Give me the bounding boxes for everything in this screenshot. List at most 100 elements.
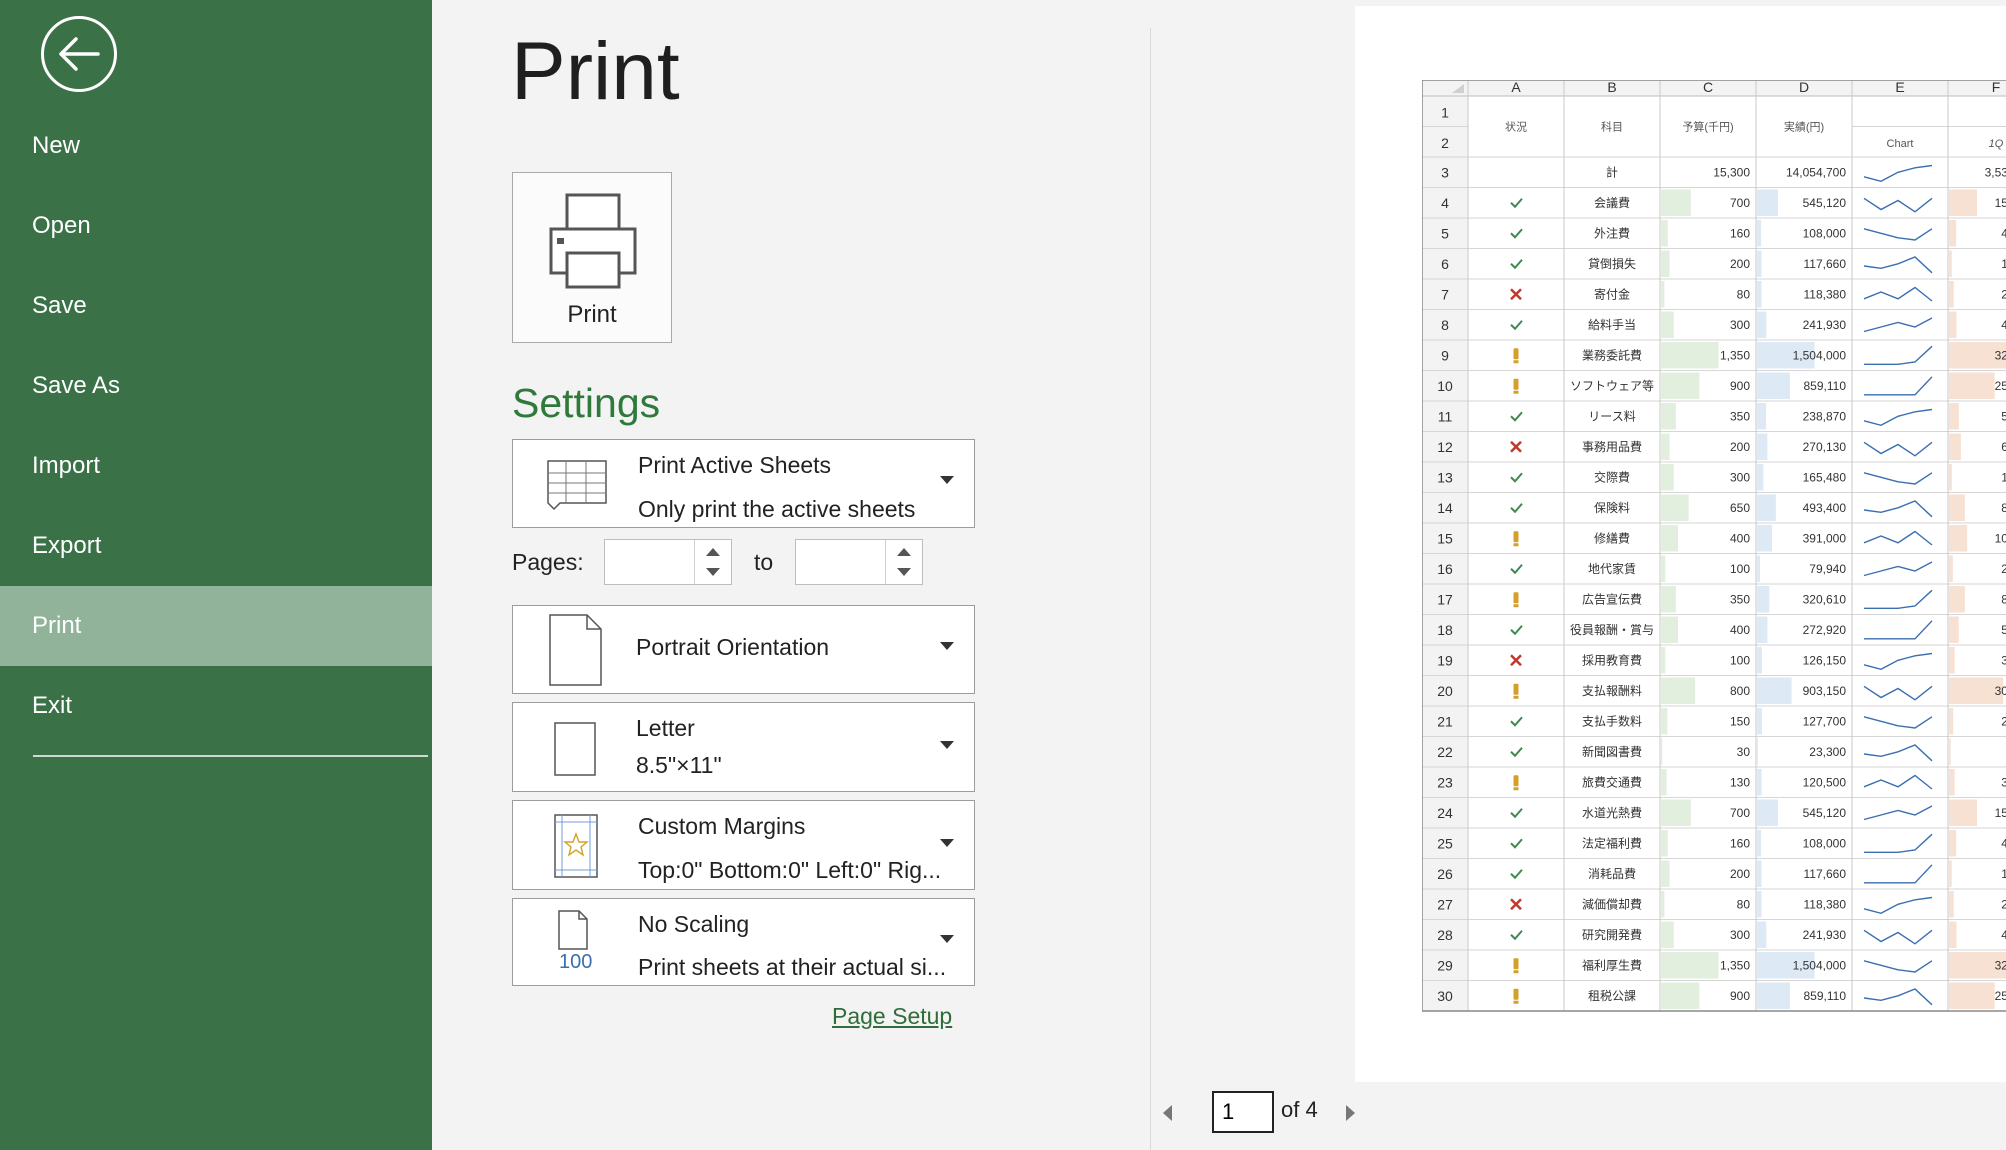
sparkline — [1863, 561, 1933, 577]
pages-from-spinner[interactable] — [604, 539, 732, 585]
cell-actual: 108,000 — [1803, 226, 1847, 240]
cell-item: 旅費交通費 — [1582, 774, 1642, 789]
cell-actual: 126,150 — [1803, 653, 1847, 667]
cell-item: 事務用品費 — [1582, 439, 1642, 454]
row-number: 16 — [1437, 561, 1453, 577]
cell-item: 新聞図書費 — [1582, 744, 1642, 759]
cell-q1: 325,000 — [1995, 348, 2006, 362]
actual-data-bar — [1757, 708, 1762, 735]
chevron-down-icon — [940, 935, 954, 943]
row-number: 28 — [1437, 927, 1453, 943]
cell-q1: 40,000 — [2001, 226, 2006, 240]
sparkline — [1863, 896, 1933, 915]
back-arrow-icon[interactable] — [41, 16, 117, 92]
cell-actual: 14,054,700 — [1786, 165, 1846, 179]
pages-to-spinner[interactable] — [795, 539, 923, 585]
sparkline — [1863, 716, 1933, 729]
warning-icon — [1513, 378, 1519, 390]
sidebar-item-import[interactable]: Import — [0, 426, 432, 506]
budget-data-bar — [1661, 799, 1691, 826]
cell-item: 消耗品費 — [1588, 866, 1636, 881]
page-setup-link[interactable]: Page Setup — [832, 1003, 952, 1030]
column-header-c: C — [1703, 80, 1713, 95]
cell-budget: 160 — [1730, 226, 1750, 240]
row-number: 9 — [1441, 347, 1449, 363]
next-page-icon[interactable] — [1346, 1105, 1355, 1121]
actual-data-bar — [1757, 647, 1762, 674]
sidebar-divider — [33, 755, 428, 757]
check-icon — [1510, 259, 1523, 270]
q1-data-bar — [1949, 494, 1965, 521]
sidebar-item-save[interactable]: Save — [0, 266, 432, 346]
cell-budget: 130 — [1730, 775, 1750, 789]
row-number: 29 — [1437, 957, 1453, 973]
cell-q1: 305,710 — [1995, 684, 2006, 698]
cell-item: 役員報酬・賞与 — [1570, 622, 1654, 637]
sidebar-item-save-as[interactable]: Save As — [0, 346, 432, 426]
row-number: 17 — [1437, 591, 1453, 607]
print-button[interactable]: Print — [512, 172, 672, 343]
actual-data-bar — [1757, 769, 1762, 796]
cell-actual: 391,000 — [1803, 531, 1847, 545]
sparkline — [1863, 441, 1933, 457]
current-page-input[interactable] — [1212, 1091, 1274, 1133]
q1-data-bar — [1949, 769, 1955, 796]
cell-q1: 55,480 — [2001, 409, 2006, 423]
actual-data-bar — [1757, 799, 1778, 826]
margins-dropdown[interactable]: Custom Margins Top:0" Bottom:0" Left:0" … — [512, 800, 975, 890]
warning-icon — [1513, 988, 1519, 1000]
check-icon — [1510, 869, 1523, 880]
cell-actual: 270,130 — [1803, 440, 1847, 454]
sidebar-item-exit[interactable]: Exit — [0, 666, 432, 746]
budget-data-bar — [1661, 494, 1689, 521]
print-what-dropdown[interactable]: Print Active Sheets Only print the activ… — [512, 439, 975, 528]
actual-data-bar — [1757, 189, 1778, 216]
cell-item: ソフトウェア等 — [1570, 379, 1654, 393]
spinner-up-icon[interactable] — [706, 548, 720, 556]
check-icon — [1510, 320, 1523, 331]
cell-actual: 165,480 — [1803, 470, 1847, 484]
cell-budget: 100 — [1730, 653, 1750, 667]
custom-margins-icon — [554, 814, 598, 878]
header-item: 科目 — [1601, 120, 1623, 134]
cell-item: 採用教育費 — [1582, 652, 1642, 667]
q1-data-bar — [1949, 464, 1952, 491]
sidebar-item-print[interactable]: Print — [0, 586, 432, 666]
page-title: Print — [511, 26, 680, 117]
budget-data-bar — [1661, 342, 1719, 369]
row-number: 5 — [1441, 225, 1449, 241]
row-number: 23 — [1437, 774, 1453, 790]
scaling-dropdown[interactable]: 100 No Scaling Print sheets at their act… — [512, 898, 975, 986]
actual-data-bar — [1757, 372, 1790, 399]
spinner-down-icon[interactable] — [706, 568, 720, 576]
check-icon — [1510, 503, 1523, 514]
warning-icon — [1513, 1000, 1519, 1004]
budget-data-bar — [1661, 860, 1670, 887]
check-icon — [1510, 808, 1523, 819]
sidebar-item-open[interactable]: Open — [0, 186, 432, 266]
budget-data-bar — [1661, 616, 1679, 643]
spinner-buttons[interactable] — [694, 540, 731, 584]
q1-data-bar — [1949, 555, 1953, 582]
sidebar-item-new[interactable]: New — [0, 106, 432, 186]
spinner-buttons[interactable] — [885, 540, 922, 584]
paper-size-dropdown[interactable]: Letter 8.5"×11" — [512, 702, 975, 792]
budget-data-bar — [1661, 433, 1670, 460]
cell-budget: 80 — [1737, 897, 1751, 911]
q1-data-bar — [1949, 616, 1959, 643]
spinner-up-icon[interactable] — [897, 548, 911, 556]
actual-data-bar — [1757, 403, 1767, 430]
cell-budget: 350 — [1730, 592, 1750, 606]
budget-data-bar — [1661, 586, 1676, 613]
orientation-dropdown[interactable]: Portrait Orientation — [512, 605, 975, 694]
row-number: 7 — [1441, 286, 1449, 302]
sidebar-item-export[interactable]: Export — [0, 506, 432, 586]
budget-data-bar — [1661, 738, 1663, 765]
prev-page-icon[interactable] — [1163, 1105, 1172, 1121]
cell-item: 減価償却費 — [1582, 896, 1642, 911]
column-header-e: E — [1895, 80, 1904, 95]
spinner-down-icon[interactable] — [897, 568, 911, 576]
warning-icon — [1513, 360, 1519, 364]
cell-item: リース料 — [1588, 409, 1635, 423]
cell-q1: 325,000 — [1995, 958, 2006, 972]
